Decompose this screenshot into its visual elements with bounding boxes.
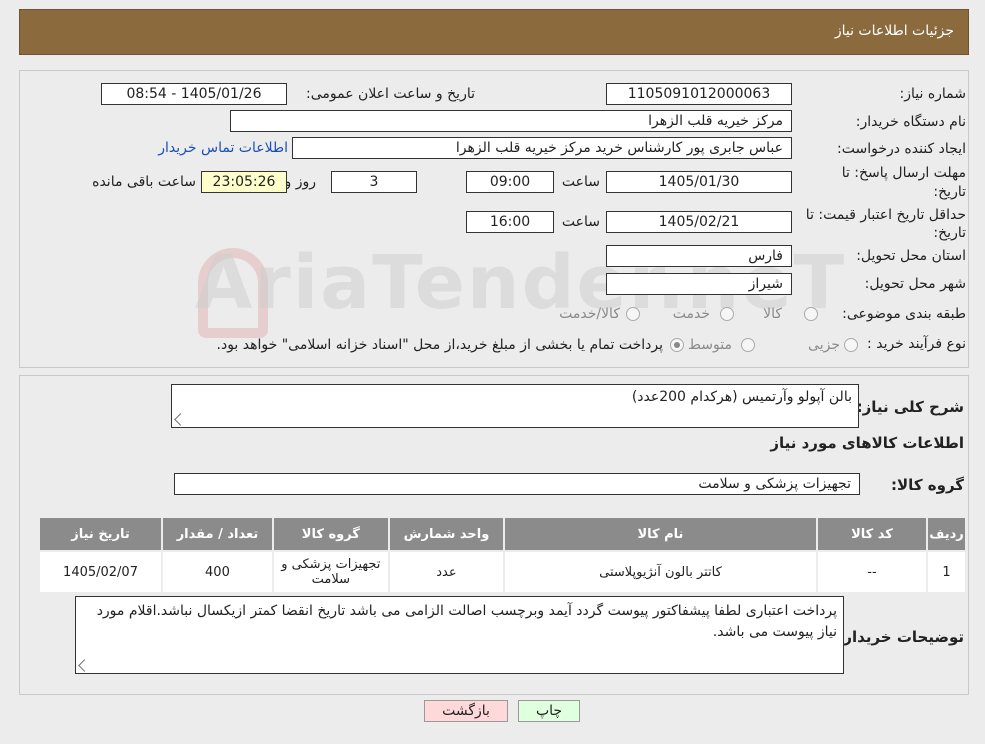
- deadline-label-1: مهلت ارسال پاسخ: تا: [841, 165, 966, 181]
- buyer-org-field[interactable]: مرکز خیریه قلب الزهرا: [230, 110, 792, 132]
- col-item-name: نام کالا: [503, 516, 818, 552]
- process-option-medium: متوسط: [688, 337, 732, 353]
- items-table-header-row: ردیف کد کالا نام کالا واحد شمارش گروه کا…: [37, 516, 967, 552]
- buyer-contact-link[interactable]: اطلاعات تماس خریدار: [158, 140, 288, 156]
- category-option-goods: کالا: [763, 306, 782, 322]
- deadline-date-field[interactable]: 1405/01/30: [606, 171, 792, 193]
- need-number-label: شماره نیاز:: [899, 86, 967, 102]
- process-treasury-note: پرداخت تمام یا بخشی از مبلغ خرید،از محل …: [216, 337, 663, 353]
- items-section-title: اطلاعات کالاهای مورد نیاز: [770, 434, 964, 452]
- buyer-org-label: نام دستگاه خریدار:: [855, 114, 966, 130]
- city-label: شهر محل تحویل:: [864, 276, 966, 292]
- process-radio-minor[interactable]: [844, 338, 858, 352]
- announce-datetime-field[interactable]: 1405/01/26 - 08:54: [101, 83, 287, 105]
- cell-group: تجهیزات پزشکی و سلامت: [271, 550, 390, 594]
- items-table: ردیف کد کالا نام کالا واحد شمارش گروه کا…: [37, 516, 967, 594]
- description-text: بالن آپولو وآرتمیس (هرکدام 200عدد): [631, 389, 852, 405]
- cell-row-number: 1: [926, 550, 967, 594]
- resize-handle-icon[interactable]: [174, 413, 187, 426]
- cell-unit: عدد: [387, 550, 506, 594]
- buyer-notes-textarea[interactable]: پرداخت اعتباری لطفا پیشفاکتور پیوست گردد…: [75, 596, 844, 674]
- validity-label-1: حداقل تاریخ اعتبار قیمت: تا: [805, 207, 966, 223]
- category-radio-goods-service[interactable]: [626, 307, 640, 321]
- city-field[interactable]: شیراز: [606, 273, 792, 295]
- process-radio-treasury[interactable]: [670, 338, 684, 352]
- description-label: شرح کلی نیاز:: [856, 398, 964, 416]
- province-field[interactable]: فارس: [606, 245, 792, 267]
- cell-need-date: 1405/02/07: [37, 550, 164, 594]
- remaining-time-field: 23:05:26: [201, 171, 287, 193]
- category-radio-goods[interactable]: [804, 307, 818, 321]
- col-quantity: تعداد / مقدار: [161, 516, 274, 552]
- process-type-label: نوع فرآیند خرید :: [867, 336, 966, 352]
- cell-item-code: --: [815, 550, 929, 594]
- col-group: گروه کالا: [271, 516, 390, 552]
- category-option-service: خدمت: [672, 306, 710, 322]
- validity-date-field[interactable]: 1405/02/21: [606, 211, 792, 233]
- province-label: استان محل تحویل:: [856, 248, 966, 264]
- page-title: جزئیات اطلاعات نیاز: [834, 23, 954, 39]
- process-radio-medium[interactable]: [741, 338, 755, 352]
- buyer-notes-label: توضیحات خریدار:: [837, 628, 964, 646]
- description-textarea[interactable]: بالن آپولو وآرتمیس (هرکدام 200عدد): [171, 384, 859, 428]
- need-number-field[interactable]: 1105091012000063: [606, 83, 792, 105]
- page-header: جزئیات اطلاعات نیاز: [19, 9, 969, 55]
- days-label: روز و: [284, 174, 317, 190]
- deadline-time-field[interactable]: 09:00: [466, 171, 554, 193]
- validity-label-2: تاریخ:: [933, 225, 966, 241]
- requester-label: ایجاد کننده درخواست:: [837, 141, 966, 157]
- announce-datetime-label: تاریخ و ساعت اعلان عمومی:: [306, 86, 475, 102]
- deadline-label-2: تاریخ:: [933, 184, 966, 200]
- col-unit: واحد شمارش: [387, 516, 506, 552]
- col-item-code: کد کالا: [815, 516, 929, 552]
- category-option-goods-service: کالا/خدمت: [559, 306, 620, 322]
- days-remaining-field[interactable]: 3: [331, 171, 417, 193]
- remaining-time-label: ساعت باقی مانده: [92, 174, 196, 190]
- validity-time-field[interactable]: 16:00: [466, 211, 554, 233]
- process-option-minor: جزیی: [808, 337, 840, 353]
- print-button[interactable]: چاپ: [518, 700, 580, 722]
- category-label: طبقه بندی موضوعی:: [842, 306, 966, 322]
- cell-item-name: کاتتر بالون آنژیوپلاستی: [503, 550, 818, 594]
- back-button[interactable]: بازگشت: [424, 700, 508, 722]
- col-row-number: ردیف: [926, 516, 967, 552]
- requester-field[interactable]: عباس جابری پور کارشناس خرید مرکز خیریه ق…: [292, 137, 792, 159]
- resize-handle-icon[interactable]: [78, 659, 91, 672]
- goods-group-field[interactable]: تجهیزات پزشکی و سلامت: [174, 473, 860, 495]
- cell-quantity: 400: [161, 550, 274, 594]
- buyer-notes-text: پرداخت اعتباری لطفا پیشفاکتور پیوست گردد…: [96, 603, 837, 640]
- table-row[interactable]: 1 -- کاتتر بالون آنژیوپلاستی عدد تجهیزات…: [37, 550, 967, 594]
- category-radio-service[interactable]: [720, 307, 734, 321]
- deadline-time-label: ساعت: [561, 174, 600, 190]
- validity-time-label: ساعت: [561, 214, 600, 230]
- goods-group-label: گروه کالا:: [891, 476, 964, 494]
- col-need-date: تاریخ نیاز: [37, 516, 164, 552]
